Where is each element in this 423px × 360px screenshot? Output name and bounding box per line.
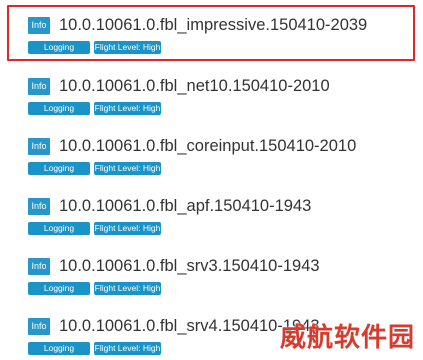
build-item[interactable]: Info 10.0.10061.0.fbl_impressive.150410-… [0, 0, 423, 61]
flight-level-tag: Flight Level: High [94, 342, 161, 355]
info-badge: Info [28, 258, 50, 275]
logging-tag: Logging [28, 162, 90, 175]
build-name[interactable]: 10.0.10061.0.fbl_apf.150410-1943 [59, 197, 311, 216]
build-item[interactable]: Info 10.0.10061.0.fbl_net10.150410-2010 … [0, 60, 423, 116]
build-name[interactable]: 10.0.10061.0.fbl_net10.150410-2010 [59, 77, 330, 96]
build-list: Info 10.0.10061.0.fbl_impressive.150410-… [0, 0, 423, 360]
build-name[interactable]: 10.0.10061.0.fbl_coreinput.150410-2010 [59, 137, 356, 156]
logging-tag: Logging [28, 222, 90, 235]
logging-tag: Logging [28, 102, 90, 115]
logging-tag: Logging [28, 342, 90, 355]
info-badge: Info [28, 318, 50, 335]
info-badge: Info [28, 17, 50, 34]
logging-tag: Logging [28, 41, 90, 54]
flight-level-tag: Flight Level: High [94, 162, 161, 175]
info-badge: Info [28, 198, 50, 215]
info-badge: Info [28, 78, 50, 95]
logging-tag: Logging [28, 282, 90, 295]
build-name[interactable]: 10.0.10061.0.fbl_srv3.150410-1943 [59, 257, 320, 276]
build-item[interactable]: Info 10.0.10061.0.fbl_coreinput.150410-2… [0, 120, 423, 176]
build-name[interactable]: 10.0.10061.0.fbl_impressive.150410-2039 [59, 16, 367, 35]
watermark-logo: 威航软件园 [279, 323, 415, 353]
flight-level-tag: Flight Level: High [94, 102, 161, 115]
build-item[interactable]: Info 10.0.10061.0.fbl_apf.150410-1943 Lo… [0, 180, 423, 236]
flight-level-tag: Flight Level: High [94, 282, 161, 295]
build-item[interactable]: Info 10.0.10061.0.fbl_srv3.150410-1943 L… [0, 240, 423, 296]
flight-level-tag: Flight Level: High [94, 41, 161, 54]
info-badge: Info [28, 138, 50, 155]
flight-level-tag: Flight Level: High [94, 222, 161, 235]
